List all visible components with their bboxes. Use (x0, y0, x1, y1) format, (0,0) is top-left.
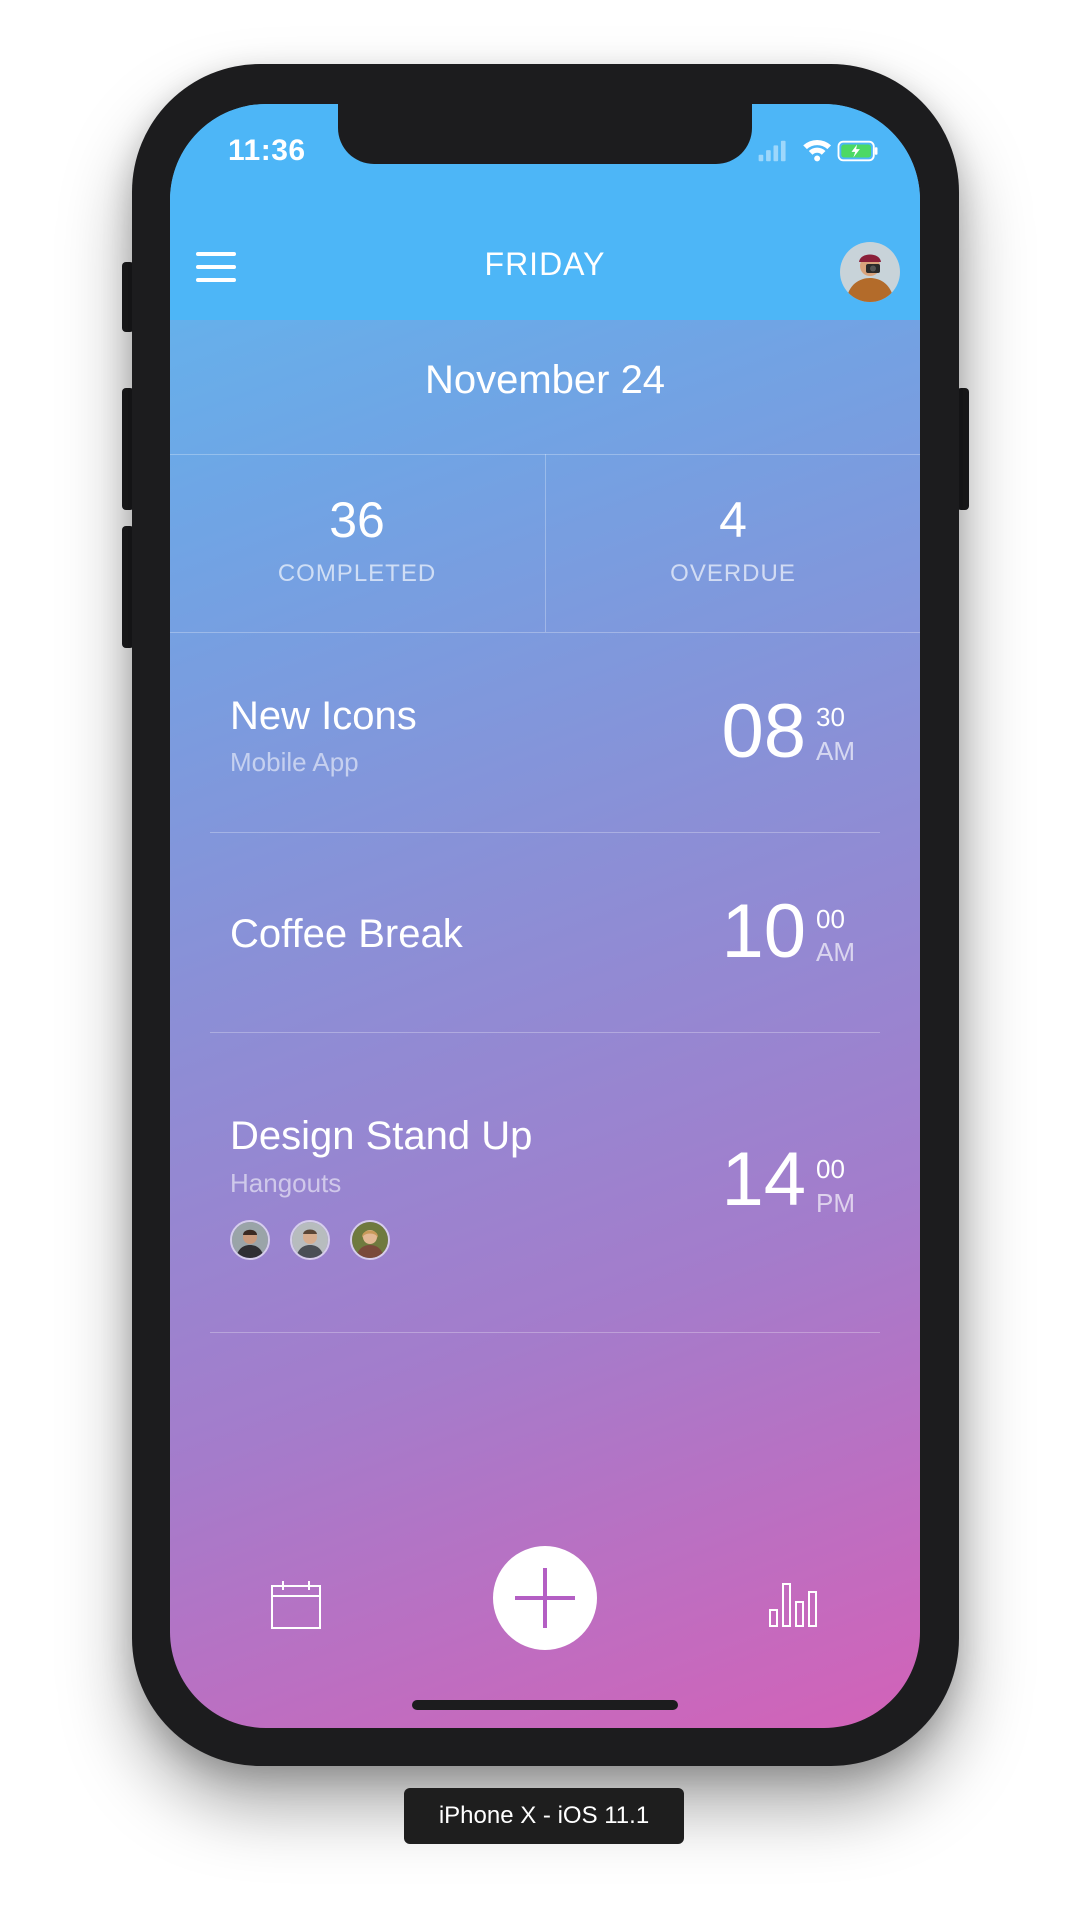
battery-icon (837, 140, 878, 162)
attendee-avatar[interactable] (230, 1220, 270, 1260)
overdue-label: OVERDUE (670, 560, 796, 587)
plus-icon (515, 1568, 575, 1628)
event-ampm: AM (816, 937, 855, 967)
event-ampm: PM (816, 1188, 855, 1218)
event-subtitle: Hangouts (230, 1168, 342, 1198)
add-event-button[interactable] (493, 1546, 597, 1650)
attendee-avatar[interactable] (350, 1220, 390, 1260)
event-subtitle: Mobile App (230, 747, 359, 777)
event-hour: 10 (721, 889, 806, 974)
event-item[interactable]: Design Stand Up Hangouts 14 00 PM (170, 1032, 920, 1332)
calendar-icon[interactable] (270, 1580, 322, 1630)
event-minute: 00 (816, 904, 845, 934)
event-hour: 14 (721, 1137, 806, 1222)
simulator-device-label: iPhone X - iOS 11.1 (404, 1788, 684, 1844)
status-indicators (758, 139, 878, 162)
overdue-stat[interactable]: 4 OVERDUE (546, 492, 920, 588)
divider (210, 1332, 880, 1333)
bar-chart-icon[interactable] (768, 1578, 818, 1628)
completed-count: 36 (329, 492, 385, 548)
event-title: Design Stand Up (230, 1114, 533, 1158)
event-title: Coffee Break (230, 912, 463, 956)
event-hour: 08 (721, 689, 806, 774)
app-screen: 11:36 FRIDAY November 24 36 COMPLETED 4 … (170, 104, 920, 1728)
cellular-signal-icon (758, 140, 786, 162)
profile-avatar[interactable] (840, 242, 900, 302)
overdue-count: 4 (719, 492, 747, 548)
event-minute: 00 (816, 1154, 845, 1184)
home-indicator[interactable] (412, 1700, 678, 1710)
simulator-stage: 11:36 FRIDAY November 24 36 COMPLETED 4 … (0, 0, 1090, 1928)
completed-stat[interactable]: 36 COMPLETED (170, 492, 544, 588)
event-title: New Icons (230, 694, 417, 738)
current-date: November 24 (424, 358, 666, 402)
device-notch (338, 104, 752, 164)
event-item[interactable]: New Icons Mobile App 08 30 AM (170, 632, 920, 832)
event-item[interactable]: Coffee Break 10 00 AM (170, 832, 920, 1032)
page-title: FRIDAY (484, 246, 606, 282)
status-time: 11:36 (228, 134, 306, 167)
attendee-avatar[interactable] (290, 1220, 330, 1260)
event-ampm: AM (816, 736, 855, 766)
wifi-icon (803, 139, 832, 162)
event-minute: 30 (816, 702, 845, 732)
completed-label: COMPLETED (277, 560, 437, 587)
